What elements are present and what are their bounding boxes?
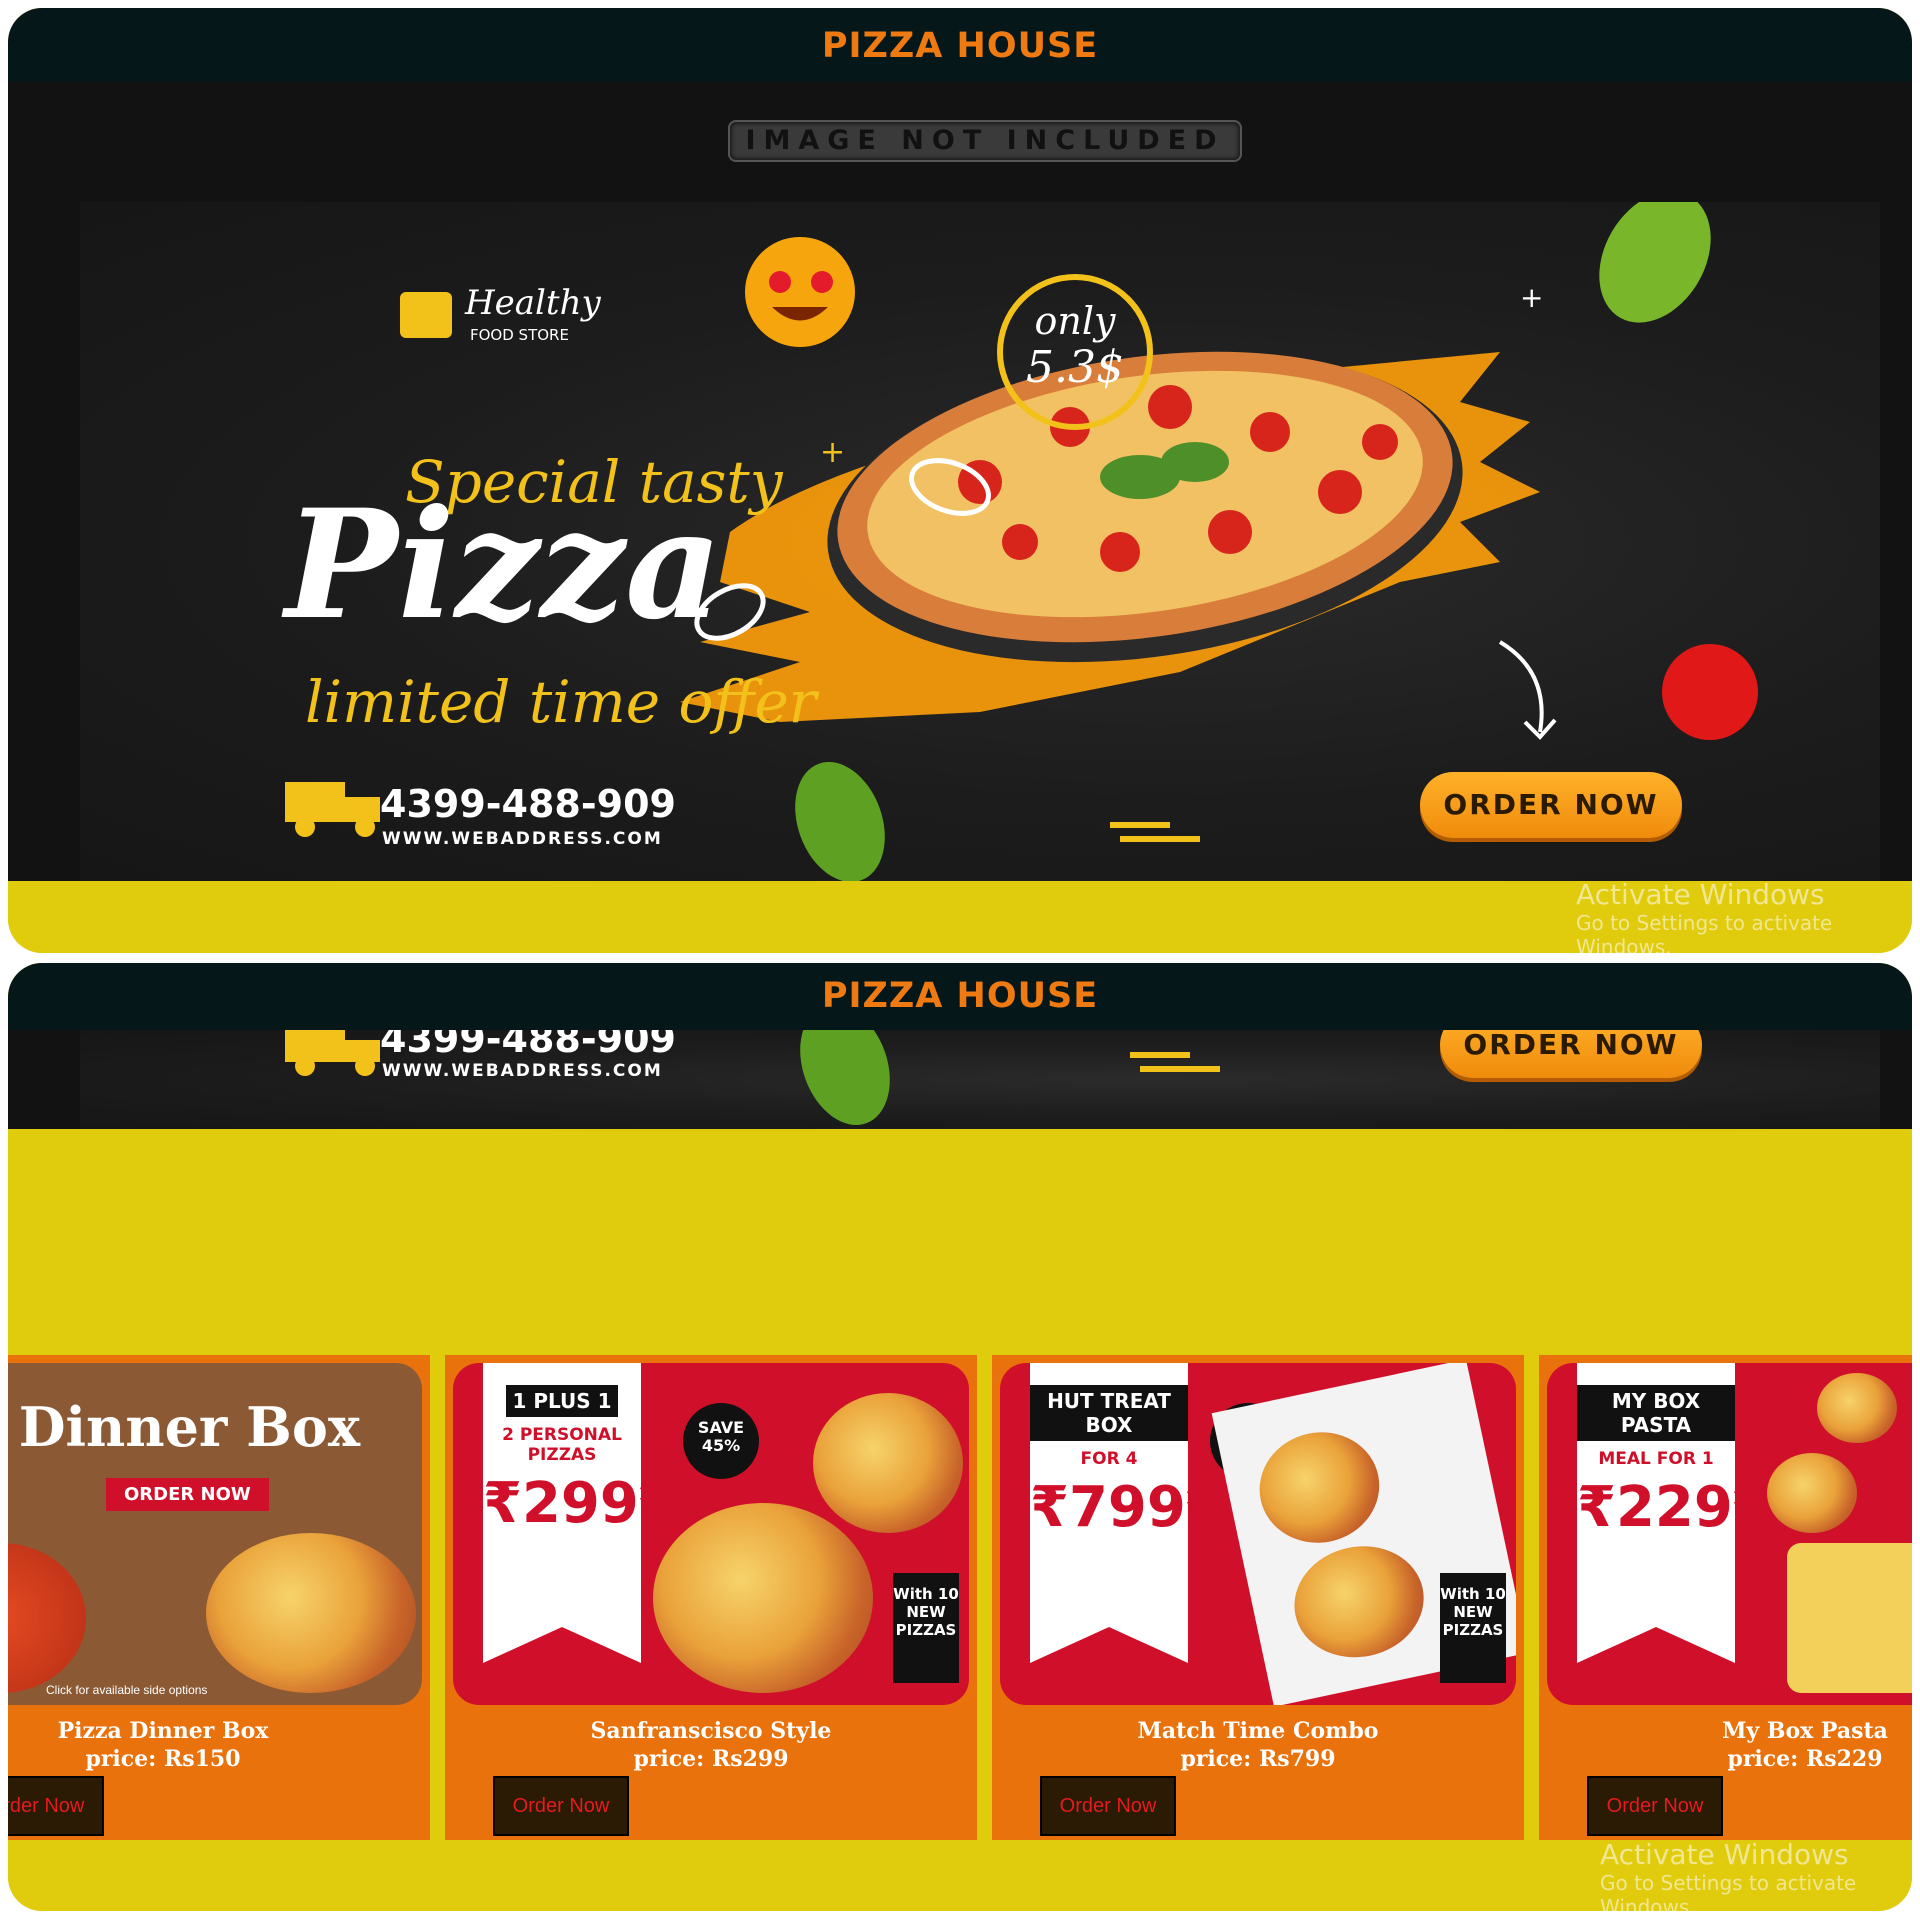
garlic-bread-image	[1817, 1373, 1897, 1443]
promo-price: ₹229*	[1577, 1475, 1763, 1540]
activation-watermark: Activate Windows Go to Settings to activ…	[1576, 878, 1833, 953]
svg-text:+: +	[1520, 281, 1543, 314]
product-card-my-box-pasta: MY BOX PASTA MEAL FOR 1 ₹229* My Box Pas…	[1539, 1355, 1912, 1840]
banner-order-now-button[interactable]: ORDER NOW	[1420, 772, 1682, 838]
phone-number: 4399-488-909	[380, 782, 676, 826]
svg-text:WWW.WEBADDRESS.COM: WWW.WEBADDRESS.COM	[382, 1061, 663, 1081]
promo-note: Click for available side options	[46, 1683, 208, 1697]
hero-banner: IMAGE NOT INCLUDED only 5.3$ + + Healthy…	[8, 82, 1912, 881]
garlic-bread-image	[1767, 1453, 1857, 1533]
product-price: price: Rs299	[633, 1746, 789, 1772]
activation-watermark: Activate Windows Go to Settings to activ…	[1600, 1838, 1857, 1911]
promo-subtitle: MEAL FOR 1	[1598, 1449, 1714, 1469]
promo-order-tag: ORDER NOW	[106, 1478, 269, 1511]
product-image: Big Dinner Box ORDER NOW Click for avail…	[8, 1363, 422, 1705]
promo-subtitle: FOR 4	[1080, 1449, 1138, 1469]
product-image: HUT TREAT BOX FOR 4 ₹799* SAVE 39% With …	[1000, 1363, 1516, 1705]
product-card-pizza-dinner-box: Big Dinner Box ORDER NOW Click for avail…	[8, 1355, 430, 1840]
product-price: price: Rs150	[85, 1746, 241, 1772]
new-pizzas-badge: With 10 NEW PIZZAS	[893, 1573, 959, 1683]
pepperoni-pizza-image	[8, 1543, 86, 1693]
promo-price: ₹299*	[483, 1471, 669, 1536]
promo-price: ₹799*	[1030, 1475, 1216, 1540]
site-header: PIZZA HOUSE	[8, 8, 1912, 82]
website: WWW.WEBADDRESS.COM	[382, 829, 663, 849]
promo-title: Big Dinner Box	[8, 1395, 361, 1459]
product-image: 1 PLUS 1 2 PERSONAL PIZZAS ₹299* SAVE 45…	[453, 1363, 969, 1705]
pizza-image	[653, 1503, 873, 1693]
basil-leaf-top-right	[1599, 191, 1711, 323]
pasta-image	[1787, 1543, 1912, 1693]
order-now-button[interactable]: Order Now	[493, 1776, 629, 1836]
product-image: MY BOX PASTA MEAL FOR 1 ₹229*	[1547, 1363, 1912, 1705]
site-header: PIZZA HOUSE	[8, 963, 1912, 1030]
store-name: Healthy	[464, 283, 601, 323]
pizza-image	[813, 1393, 963, 1533]
store-sub: FOOD STORE	[470, 326, 569, 344]
order-now-button[interactable]: Order Now	[8, 1776, 104, 1836]
site-title: PIZZA HOUSE	[821, 26, 1099, 66]
delivery-truck-icon	[285, 782, 380, 837]
product-name: My Box Pasta	[1722, 1718, 1888, 1744]
svg-text:+: +	[820, 435, 845, 470]
promo-subtitle: 2 PERSONAL PIZZAS	[502, 1425, 622, 1465]
hero-artwork: only 5.3$ + + Healthy FOOD STORE Special…	[80, 191, 1880, 881]
basil-leaf-bottom	[795, 761, 885, 881]
pizza-image	[206, 1533, 416, 1693]
product-name: Pizza Dinner Box	[57, 1718, 269, 1744]
save-badge: SAVE 45%	[683, 1403, 759, 1479]
store-logo-icon	[400, 292, 452, 338]
page-panel-bottom: PIZZA HOUSE 4399-488-909 WWW.WEBADDRESS.…	[8, 963, 1912, 1911]
svg-text:4399-488-909: 4399-488-909	[380, 1030, 676, 1061]
promo-title: MY BOX PASTA	[1577, 1385, 1735, 1441]
product-name: Match Time Combo	[1137, 1718, 1379, 1744]
promo-tag: 1 PLUS 1 2 PERSONAL PIZZAS ₹299*	[483, 1363, 641, 1663]
heart-eyes-emoji	[745, 237, 855, 347]
promo-title: 1 PLUS 1	[506, 1385, 618, 1417]
site-title: PIZZA HOUSE	[821, 976, 1099, 1016]
cherry-tomato	[1662, 644, 1758, 740]
order-now-button[interactable]: Order Now	[1587, 1776, 1723, 1836]
product-name: Sanfranscisco Style	[590, 1718, 832, 1744]
product-price: price: Rs799	[1180, 1746, 1336, 1772]
headline-main: Pizza	[281, 477, 722, 653]
product-card-match-time-combo: HUT TREAT BOX FOR 4 ₹799* SAVE 39% With …	[992, 1355, 1524, 1840]
promo-title: HUT TREAT BOX	[1030, 1385, 1188, 1441]
arrow-icon	[1498, 640, 1544, 733]
page-panel-top: PIZZA HOUSE IMAGE NOT INCLUDED only 5.3$…	[8, 8, 1912, 953]
order-now-button[interactable]: Order Now	[1040, 1776, 1176, 1836]
headline-bottom: limited time offer	[305, 668, 820, 736]
banner-order-now-button[interactable]: ORDER NOW	[1440, 1030, 1702, 1078]
promo-tag: MY BOX PASTA MEAL FOR 1 ₹229*	[1577, 1363, 1735, 1663]
hero-banner-scrolled: 4399-488-909 WWW.WEBADDRESS.COM ORDER NO…	[8, 1030, 1912, 1129]
product-card-sanfranscisco-style: 1 PLUS 1 2 PERSONAL PIZZAS ₹299* SAVE 45…	[445, 1355, 977, 1840]
hero-artwork-bottom-slice: 4399-488-909 WWW.WEBADDRESS.COM ORDER NO…	[80, 1030, 1880, 1129]
price-value: 5.3$	[1026, 342, 1124, 393]
price-top: only	[1035, 299, 1117, 343]
product-price: price: Rs229	[1727, 1746, 1883, 1772]
new-pizzas-badge: With 10 NEW PIZZAS	[1440, 1573, 1506, 1683]
product-list: Big Dinner Box ORDER NOW Click for avail…	[8, 1355, 1912, 1840]
image-not-included-notice: IMAGE NOT INCLUDED	[728, 120, 1242, 162]
promo-tag: HUT TREAT BOX FOR 4 ₹799*	[1030, 1363, 1188, 1663]
